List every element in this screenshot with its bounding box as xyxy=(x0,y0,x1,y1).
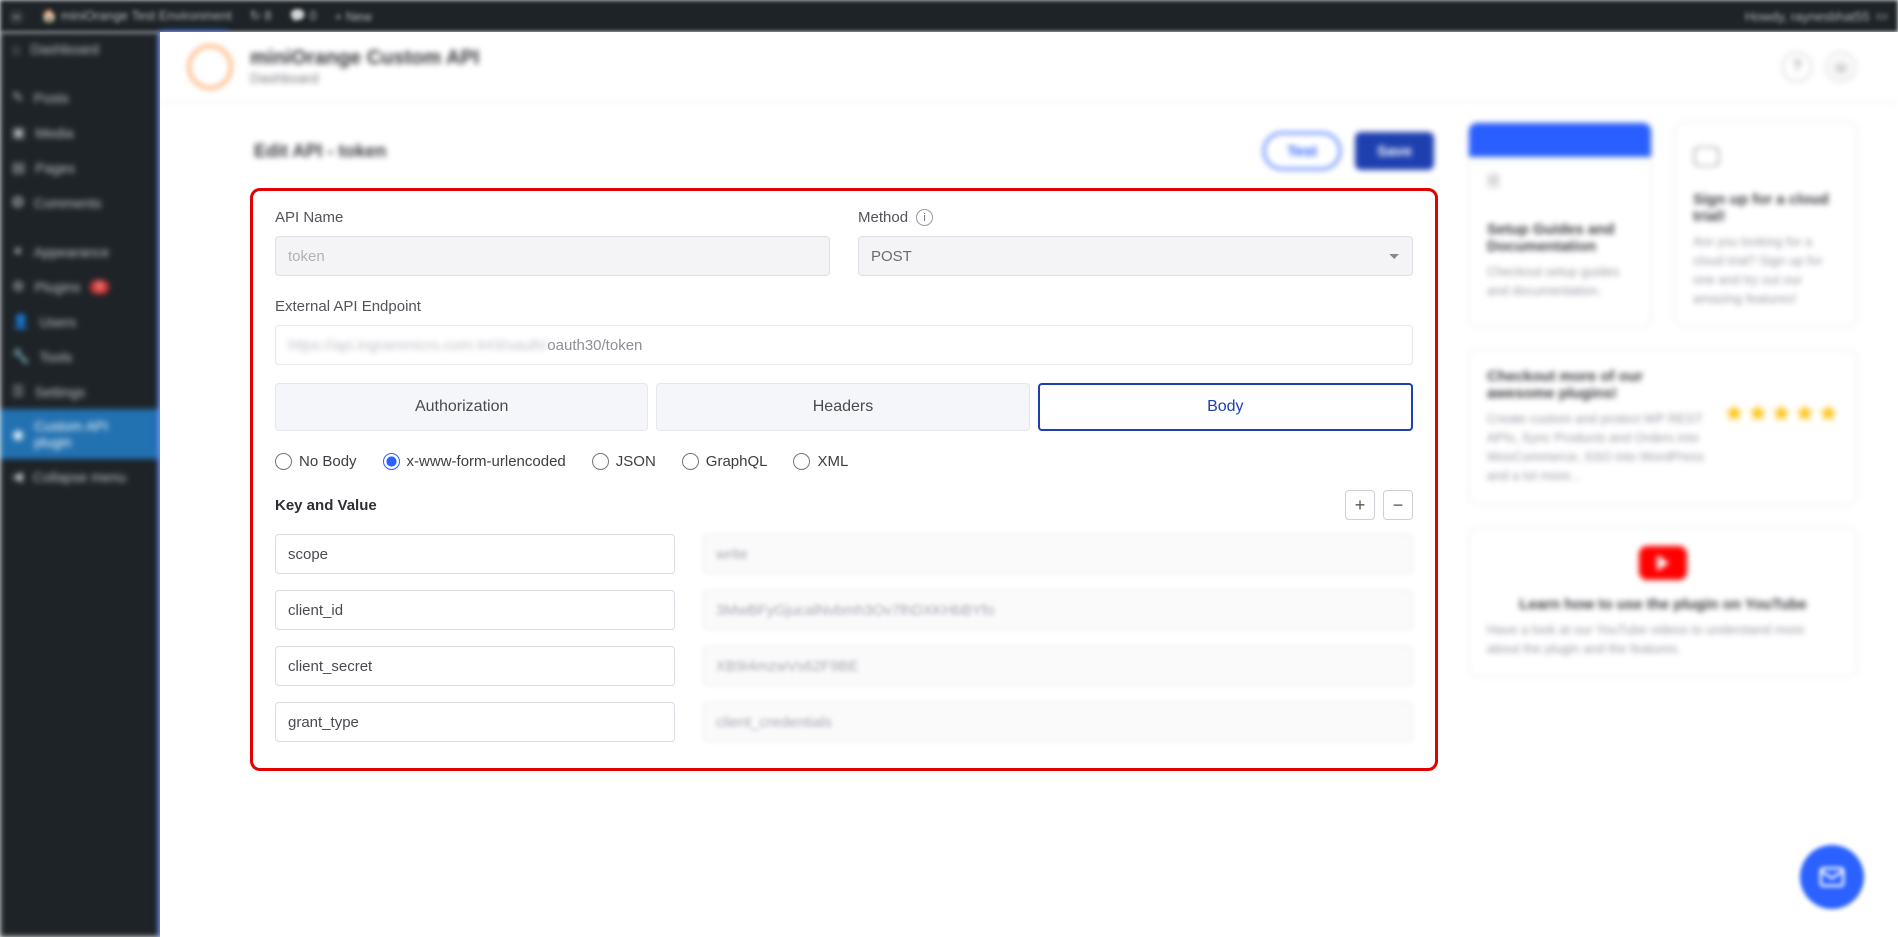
menu-dashboard[interactable]: ⌂Dashboard xyxy=(0,32,160,66)
menu-users[interactable]: 👤Users xyxy=(0,304,160,339)
kv-value-input[interactable] xyxy=(703,702,1413,742)
avatar-icon[interactable]: ▭ xyxy=(1876,8,1888,24)
radio-json[interactable]: JSON xyxy=(592,453,656,470)
radio-form-urlencoded[interactable]: x-www-form-urlencoded xyxy=(383,453,566,470)
support-fab[interactable] xyxy=(1800,845,1864,909)
edit-api-form: API Name Methodi POST External API Endpo… xyxy=(250,188,1438,771)
method-select[interactable]: POST xyxy=(858,236,1413,276)
cloud-trial-card[interactable]: 🖵 Sign up for a cloud trial! Are you loo… xyxy=(1674,122,1858,327)
kv-key-input[interactable] xyxy=(275,590,675,630)
menu-appearance[interactable]: ✦Appearance xyxy=(0,234,160,269)
kv-row xyxy=(275,702,1413,742)
card-title: Edit API - token xyxy=(254,141,386,162)
tab-body[interactable]: Body xyxy=(1038,383,1413,431)
wp-admin-menu: ⌂Dashboard ✎Posts ▣Media ▤Pages ✪Comment… xyxy=(0,32,160,937)
card-header: Edit API - token Test Save xyxy=(250,122,1438,188)
updates-icon[interactable]: ↻ 8 xyxy=(250,8,272,24)
new-content[interactable]: + New xyxy=(335,9,372,24)
kv-row xyxy=(275,646,1413,686)
plugin-subtitle: Dashboard xyxy=(250,70,479,86)
plugin-title: miniOrange Custom API xyxy=(250,47,479,70)
menu-comments[interactable]: ✪Comments xyxy=(0,185,160,220)
kv-value-input[interactable] xyxy=(703,534,1413,574)
menu-pages[interactable]: ▤Pages xyxy=(0,150,160,185)
awesome-plugins-card[interactable]: Checkout more of our awesome plugins! Cr… xyxy=(1468,349,1858,504)
api-name-input[interactable] xyxy=(275,236,830,276)
info-icon[interactable]: i xyxy=(916,209,933,226)
comments-icon[interactable]: 💬 0 xyxy=(290,8,317,24)
kv-title: Key and Value xyxy=(275,497,377,514)
body-type-radios: No Body x-www-form-urlencoded JSON Graph… xyxy=(275,453,1413,470)
tab-headers[interactable]: Headers xyxy=(656,383,1029,431)
site-name[interactable]: 🏠 miniOrange Test Environment xyxy=(41,8,232,24)
kv-value-input[interactable] xyxy=(703,646,1413,686)
method-label: Methodi xyxy=(858,209,1413,226)
radio-no-body[interactable]: No Body xyxy=(275,453,357,470)
wp-admin-bar: ⓦ 🏠 miniOrange Test Environment ↻ 8 💬 0 … xyxy=(0,0,1898,32)
menu-media[interactable]: ▣Media xyxy=(0,115,160,150)
kv-value-input[interactable] xyxy=(703,590,1413,630)
howdy-account[interactable]: Howdy, raynesbhat55 xyxy=(1745,9,1870,24)
endpoint-input[interactable]: https://api.ingrammicro.com:443/oauth/oa… xyxy=(275,325,1413,365)
endpoint-label: External API Endpoint xyxy=(275,298,1413,315)
mail-icon xyxy=(1817,862,1847,892)
kv-key-input[interactable] xyxy=(275,534,675,574)
add-row-button[interactable]: + xyxy=(1345,490,1375,520)
tab-authorization[interactable]: Authorization xyxy=(275,383,648,431)
setup-guides-card[interactable]: 🗎 Setup Guides and Documentation Checkou… xyxy=(1468,122,1652,327)
remove-row-button[interactable]: − xyxy=(1383,490,1413,520)
kv-key-input[interactable] xyxy=(275,646,675,686)
menu-tools[interactable]: 🔧Tools xyxy=(0,339,160,374)
presentation-icon: 🖵 xyxy=(1693,141,1721,169)
radio-xml[interactable]: XML xyxy=(793,453,848,470)
menu-settings[interactable]: ☰Settings xyxy=(0,374,160,409)
request-tabs: Authorization Headers Body xyxy=(275,383,1413,431)
menu-plugins[interactable]: ⚙Plugins5 xyxy=(0,269,160,304)
radio-graphql[interactable]: GraphQL xyxy=(682,453,768,470)
kv-rows xyxy=(275,534,1413,742)
save-button[interactable]: Save xyxy=(1355,132,1434,170)
wp-logo-icon[interactable]: ⓦ xyxy=(10,7,23,26)
test-button[interactable]: Test xyxy=(1263,132,1341,170)
miniorange-logo-icon xyxy=(188,45,232,89)
api-name-label: API Name xyxy=(275,209,830,226)
wp-icon[interactable]: ⓦ xyxy=(1826,52,1856,82)
kv-row xyxy=(275,534,1413,574)
menu-posts[interactable]: ✎Posts xyxy=(0,80,160,115)
menu-custom-api[interactable]: ◉Custom API plugin xyxy=(0,409,160,459)
youtube-icon xyxy=(1639,546,1687,580)
menu-collapse[interactable]: ◀Collapse menu xyxy=(0,459,160,494)
kv-row xyxy=(275,590,1413,630)
plugin-content: miniOrange Custom API Dashboard ? ⓦ Edit… xyxy=(160,32,1898,937)
help-icon[interactable]: ? xyxy=(1782,52,1812,82)
kv-key-input[interactable] xyxy=(275,702,675,742)
document-icon: 🗎 xyxy=(1487,171,1515,199)
youtube-card[interactable]: Learn how to use the plugin on YouTube H… xyxy=(1468,527,1858,678)
stars-illustration: ★★★★★ xyxy=(1723,368,1839,458)
side-panel: 🗎 Setup Guides and Documentation Checkou… xyxy=(1468,122,1858,771)
plugin-header: miniOrange Custom API Dashboard ? ⓦ xyxy=(160,32,1898,102)
